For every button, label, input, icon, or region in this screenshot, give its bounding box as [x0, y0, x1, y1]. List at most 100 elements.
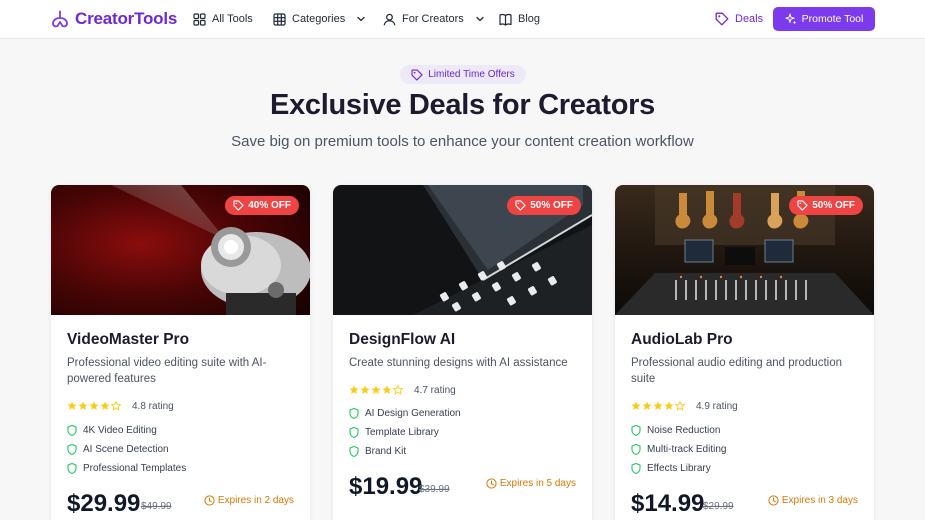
- limited-offers-label: Limited Time Offers: [428, 69, 515, 80]
- nav-deals[interactable]: Deals: [715, 11, 763, 27]
- projector-photo: 40% OFF: [51, 185, 310, 315]
- feature-label: AI Design Generation: [365, 408, 461, 419]
- star-icon: [349, 385, 359, 394]
- feature-label: Multi-track Editing: [647, 444, 727, 455]
- shield-check-icon: [67, 444, 77, 455]
- star-rating: [631, 401, 685, 411]
- nav-all-tools[interactable]: All Tools: [193, 11, 253, 27]
- nav-for-creators[interactable]: For Creators: [383, 11, 485, 27]
- deal-card-videomaster[interactable]: 40% OFF VideoMaster Pro Professional vid…: [51, 185, 310, 520]
- expiry-text: Expires in 2 days: [217, 495, 294, 506]
- star-outline-icon: [393, 385, 403, 395]
- tag-icon: [411, 68, 423, 81]
- sparkles-icon: [784, 13, 797, 25]
- feature-list: Noise Reduction Multi-track Editing Effe…: [631, 421, 726, 478]
- feature-item: AI Design Generation: [349, 404, 461, 423]
- original-price: $39.99: [419, 484, 450, 495]
- feature-item: Brand Kit: [349, 442, 461, 461]
- card-description: Professional audio editing and productio…: [631, 357, 842, 385]
- star-outline-icon: [111, 401, 121, 411]
- star-icon: [664, 401, 674, 410]
- card-title: AudioLab Pro: [631, 331, 733, 348]
- sale-price: $19.99: [349, 473, 423, 500]
- rating-text: 4.9 rating: [696, 400, 738, 412]
- rating-text: 4.8 rating: [132, 400, 174, 412]
- feature-item: 4K Video Editing: [67, 421, 186, 440]
- chevron-down-icon: [357, 16, 365, 22]
- rating-row: 4.9 rating: [631, 400, 738, 412]
- star-icon: [100, 401, 110, 410]
- nav-blog[interactable]: Blog: [499, 11, 540, 27]
- shield-check-icon: [631, 463, 641, 474]
- deal-card-designflow[interactable]: 50% OFF DesignFlow AI Create stunning de…: [333, 185, 592, 520]
- brand-name: CreatorTools: [75, 9, 178, 28]
- star-icon: [67, 401, 77, 410]
- feature-list: 4K Video Editing AI Scene Detection Prof…: [67, 421, 186, 478]
- feature-item: Multi-track Editing: [631, 440, 726, 459]
- promote-tool-label: Promote Tool: [801, 13, 864, 25]
- shield-check-icon: [67, 425, 77, 436]
- sale-price: $14.99: [631, 490, 705, 517]
- discount-label: 50% OFF: [530, 200, 573, 211]
- deal-card-audiolab[interactable]: 50% OFF AudioLab Pro Professional audio …: [615, 185, 874, 520]
- discount-badge: 50% OFF: [789, 196, 863, 215]
- tag-icon: [233, 200, 244, 211]
- shield-check-icon: [631, 444, 641, 455]
- star-icon: [653, 401, 663, 410]
- page-title: Exclusive Deals for Creators: [270, 89, 655, 121]
- shield-check-icon: [349, 408, 359, 419]
- price-row: $14.99 $29.99 Expires in 3 days: [631, 490, 858, 520]
- sale-price: $29.99: [67, 490, 141, 517]
- star-rating: [67, 401, 121, 411]
- feature-item: Professional Templates: [67, 459, 186, 478]
- tag-icon: [515, 200, 526, 211]
- limited-offers-badge: Limited Time Offers: [400, 65, 526, 84]
- table-icon: [273, 12, 286, 26]
- feature-item: Effects Library: [631, 459, 726, 478]
- expiry-text: Expires in 5 days: [499, 478, 576, 489]
- expiry-label: Expires in 5 days: [486, 478, 576, 489]
- nav-all-tools-label: All Tools: [212, 13, 253, 25]
- discount-badge: 50% OFF: [507, 196, 581, 215]
- star-icon: [371, 385, 381, 394]
- user-icon: [383, 13, 396, 25]
- star-icon: [642, 401, 652, 410]
- expiry-text: Expires in 3 days: [781, 495, 858, 506]
- card-description: Create stunning designs with AI assistan…: [349, 357, 568, 369]
- feature-item: Noise Reduction: [631, 421, 726, 440]
- rating-row: 4.8 rating: [67, 400, 174, 412]
- nav-deals-label: Deals: [735, 13, 764, 25]
- top-navbar: CreatorTools All Tools Categories For Cr…: [0, 0, 925, 39]
- shield-check-icon: [349, 446, 359, 457]
- original-price: $49.99: [141, 501, 172, 512]
- clock-icon: [486, 478, 497, 489]
- card-description: Professional video editing suite with AI…: [67, 357, 267, 385]
- shield-check-icon: [67, 463, 77, 474]
- card-title: DesignFlow AI: [349, 331, 456, 348]
- hook-logo-icon: [52, 10, 68, 28]
- shield-check-icon: [631, 425, 641, 436]
- page-subtitle: Save big on premium tools to enhance you…: [231, 133, 694, 150]
- price-row: $29.99 $49.99 Expires in 2 days: [67, 490, 294, 520]
- clock-icon: [204, 495, 215, 506]
- brand-logo[interactable]: CreatorTools: [51, 9, 177, 29]
- expiry-label: Expires in 3 days: [768, 495, 858, 506]
- star-icon: [382, 385, 392, 394]
- feature-label: Noise Reduction: [647, 425, 721, 436]
- discount-badge: 40% OFF: [225, 196, 299, 215]
- star-outline-icon: [675, 401, 685, 411]
- feature-label: Professional Templates: [83, 463, 187, 474]
- rating-text: 4.7 rating: [414, 384, 456, 396]
- shield-check-icon: [349, 427, 359, 438]
- expiry-label: Expires in 2 days: [204, 495, 294, 506]
- feature-label: 4K Video Editing: [83, 425, 157, 436]
- feature-label: AI Scene Detection: [83, 444, 169, 455]
- nav-categories[interactable]: Categories: [273, 11, 366, 27]
- chevron-down-icon: [476, 16, 484, 22]
- feature-label: Template Library: [365, 427, 439, 438]
- star-rating: [349, 385, 403, 395]
- nav-categories-label: Categories: [292, 13, 346, 25]
- price-row: $19.99 $39.99 Expires in 5 days: [349, 473, 576, 503]
- music-studio-photo: 50% OFF: [615, 185, 874, 315]
- promote-tool-button[interactable]: Promote Tool: [773, 7, 875, 31]
